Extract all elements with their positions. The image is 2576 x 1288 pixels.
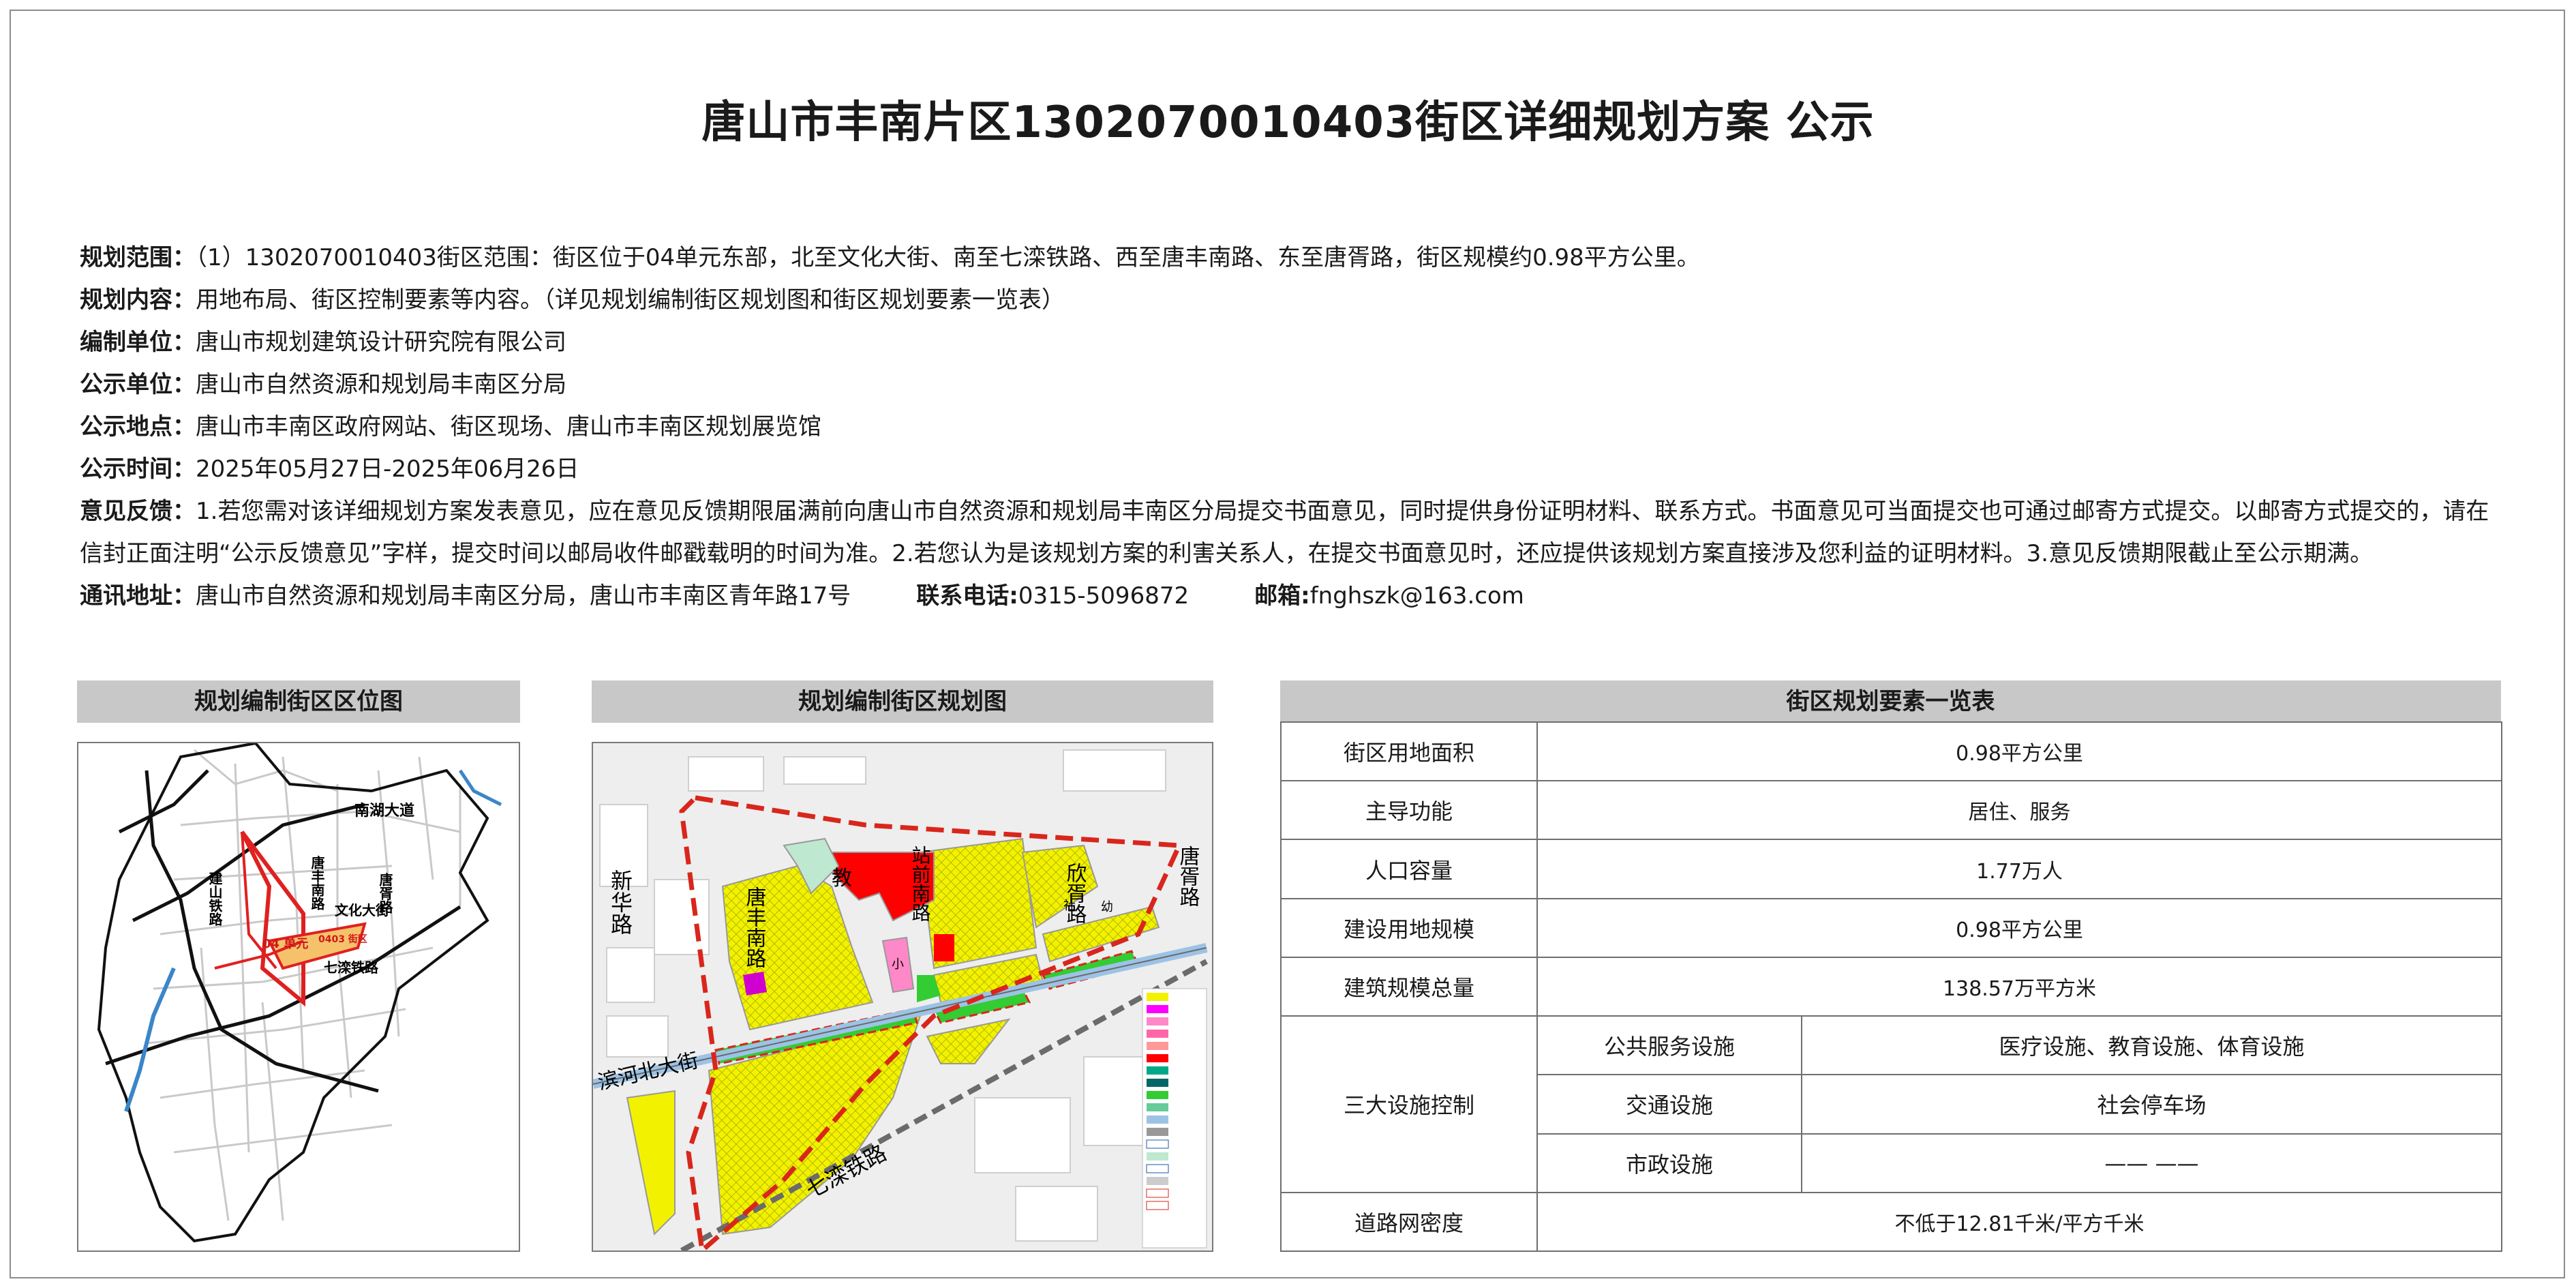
scope-label: 规划范围：: [80, 244, 196, 271]
row-label: 建设用地规模: [1280, 897, 1538, 958]
label-wenhua: 文化大街: [335, 902, 389, 918]
location-map-heading: 规划编制街区区位图: [77, 680, 520, 723]
location-map-svg: 南湖大道 建山铁路 唐丰南路 唐胥路 文化大街 04 单元 0403 街区 七滦…: [78, 743, 519, 1250]
time-row: 公示时间：2025年05月27日-2025年06月26日: [80, 448, 2506, 490]
feedback-row: 意见反馈：1.若您需对该详细规划方案发表意见，应在意见反馈期限届满前向唐山市自然…: [80, 490, 2506, 575]
place-label: 公示地点：: [80, 413, 196, 440]
time-label: 公示时间：: [80, 455, 196, 483]
row-label: 建筑规模总量: [1280, 956, 1538, 1017]
facility-value: 社会停车场: [1800, 1074, 2503, 1135]
label-xinhua: 新华路: [607, 869, 633, 935]
place-row: 公示地点：唐山市丰南区政府网站、街区现场、唐山市丰南区规划展览馆: [80, 406, 2506, 448]
table-row: 建设用地规模 0.98平方公里: [1280, 897, 2503, 958]
table-row: 三大设施控制 公共服务设施 医疗设施、教育设施、体育设施: [1280, 1015, 2503, 1193]
address-text: 唐山市自然资源和规划局丰南区分局，唐山市丰南区青年路17号: [196, 582, 851, 610]
facility-value: —— ——: [1800, 1133, 2503, 1193]
feedback-label: 意见反馈：: [80, 498, 196, 525]
label-block: 0403 街区: [318, 933, 367, 945]
plan-map-svg: 新华路 唐丰南路 唐胥路 欣胥路 站前南路 滨河北大街 七滦铁路 教 社 幼 小: [593, 743, 1212, 1250]
table-row: 主导功能 居住、服务: [1280, 780, 2503, 841]
info-section: 规划范围：（1）1302070010403街区范围：街区位于04单元东部，北至文…: [80, 237, 2506, 617]
publisher-text: 唐山市自然资源和规划局丰南区分局: [196, 371, 566, 398]
scope-text: （1）1302070010403街区范围：街区位于04单元东部，北至文化大街、南…: [196, 244, 1700, 271]
org-row: 编制单位：唐山市规划建筑设计研究院有限公司: [80, 321, 2506, 363]
requirements-table: 街区用地面积 0.98平方公里 主导功能 居住、服务 人口容量 1.77万人 建…: [1280, 721, 2503, 1253]
label-you: 幼: [1101, 900, 1113, 914]
table-row: 道路网密度 不低于12.81千米/平方千米: [1280, 1191, 2503, 1253]
table-row: 街区用地面积 0.98平方公里: [1280, 721, 2503, 782]
label-she: 社: [1063, 899, 1076, 913]
place-text: 唐山市丰南区政府网站、街区现场、唐山市丰南区规划展览馆: [196, 413, 821, 440]
label-tangfengnan: 唐丰南路: [742, 886, 767, 968]
label-zhannan: 站前南路: [909, 845, 932, 922]
road-label: 道路网密度: [1280, 1191, 1538, 1253]
facility-label: 市政设施: [1536, 1133, 1802, 1193]
facility-group-label: 三大设施控制: [1280, 1015, 1538, 1193]
plan-map-heading: 规划编制街区规划图: [592, 680, 1213, 723]
label-jianshan: 建山铁路: [207, 871, 223, 927]
label-nanhu: 南湖大道: [354, 802, 414, 820]
row-value: 1.77万人: [1536, 839, 2503, 899]
email-label: 邮箱:: [1254, 582, 1310, 610]
label-qiluan: 七滦铁路: [324, 959, 379, 976]
phone-label: 联系电话:: [916, 582, 1018, 610]
org-text: 唐山市规划建筑设计研究院有限公司: [196, 329, 566, 356]
publisher-label: 公示单位：: [80, 371, 196, 398]
plan-legend: [1142, 988, 1207, 1248]
label-tangfengnan: 唐丰南路: [309, 855, 325, 911]
row-value: 居住、服务: [1536, 780, 2503, 841]
feedback-text: 1.若您需对该详细规划方案发表意见，应在意见反馈期限届满前向唐山市自然资源和规划…: [80, 498, 2489, 567]
location-map: 南湖大道 建山铁路 唐丰南路 唐胥路 文化大街 04 单元 0403 街区 七滦…: [77, 742, 520, 1252]
road-value: 不低于12.81千米/平方千米: [1536, 1191, 2503, 1253]
scope-row: 规划范围：（1）1302070010403街区范围：街区位于04单元东部，北至文…: [80, 237, 2506, 279]
plan-map: 新华路 唐丰南路 唐胥路 欣胥路 站前南路 滨河北大街 七滦铁路 教 社 幼 小: [592, 742, 1213, 1252]
label-xiao: 小: [892, 957, 904, 972]
content-label: 规划内容：: [80, 286, 196, 314]
address-label: 通讯地址：: [80, 582, 196, 610]
facility-value: 医疗设施、教育设施、体育设施: [1800, 1015, 2503, 1076]
phone-text: 0315-5096872: [1018, 582, 1189, 610]
row-value: 0.98平方公里: [1536, 721, 2503, 782]
publisher-row: 公示单位：唐山市自然资源和规划局丰南区分局: [80, 363, 2506, 406]
label-xinxu: 欣胥路: [1063, 863, 1087, 924]
label-unit04: 04 单元: [262, 936, 308, 951]
email-text: fnghszk@163.com: [1309, 582, 1524, 610]
time-text: 2025年05月27日-2025年06月26日: [196, 455, 579, 483]
table-row: 人口容量 1.77万人: [1280, 839, 2503, 899]
row-label: 街区用地面积: [1280, 721, 1538, 782]
requirements-heading: 街区规划要素一览表: [1280, 680, 2501, 723]
row-value: 0.98平方公里: [1536, 897, 2503, 958]
facility-label: 公共服务设施: [1536, 1015, 1802, 1076]
content-text: 用地布局、街区控制要素等内容。（详见规划编制街区规划图和街区规划要素一览表）: [196, 286, 1065, 314]
row-label: 人口容量: [1280, 839, 1538, 899]
page-title: 唐山市丰南片区1302070010403街区详细规划方案 公示: [701, 98, 1875, 148]
label-jiao: 教: [832, 867, 852, 890]
org-label: 编制单位：: [80, 329, 196, 356]
facility-label: 交通设施: [1536, 1074, 1802, 1135]
table-row: 建筑规模总量 138.57万平方米: [1280, 956, 2503, 1017]
content-row: 规划内容：用地布局、街区控制要素等内容。（详见规划编制街区规划图和街区规划要素一…: [80, 279, 2506, 321]
label-tangxu: 唐胥路: [1176, 845, 1200, 907]
row-value: 138.57万平方米: [1536, 956, 2503, 1017]
row-label: 主导功能: [1280, 780, 1538, 841]
contact-row: 通讯地址：唐山市自然资源和规划局丰南区分局，唐山市丰南区青年路17号 联系电话:0…: [80, 575, 2506, 617]
